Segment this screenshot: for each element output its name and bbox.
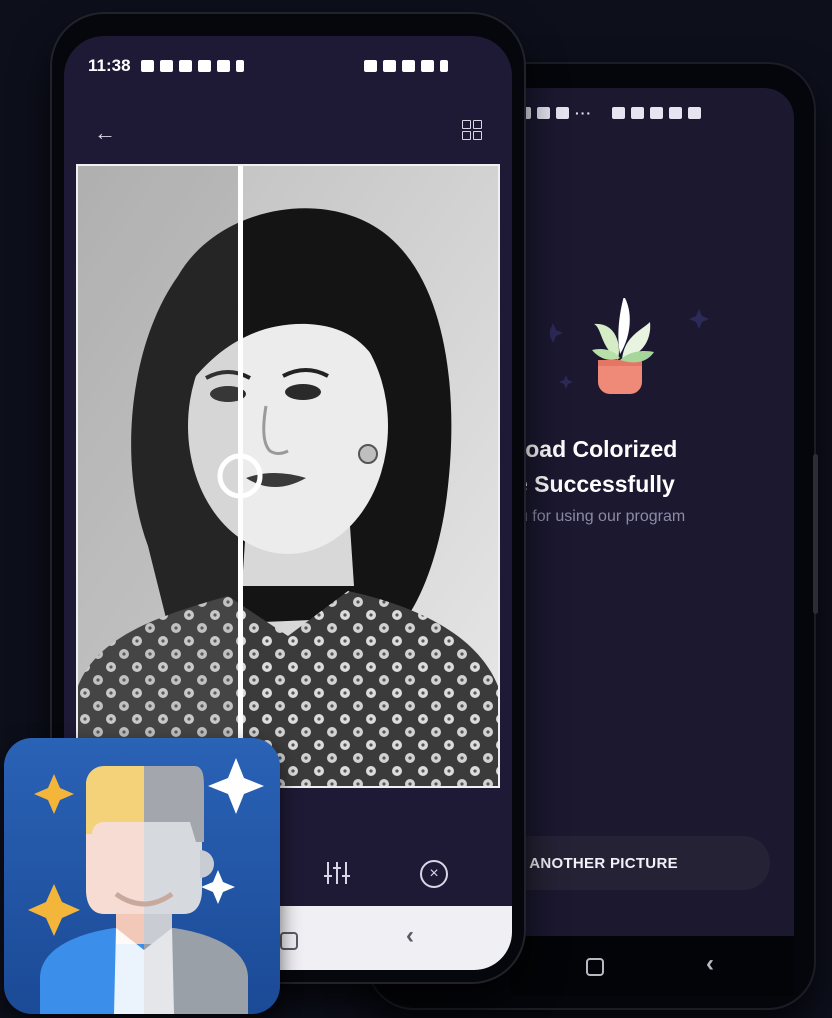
success-subtitle: ou for using our program (510, 508, 686, 525)
colorize-avatar-logo (28, 758, 264, 1014)
image-icon (556, 107, 569, 119)
youtube-icon (197, 60, 211, 72)
success-title-line-1: ynload Colorized (510, 436, 678, 462)
close-circle-icon[interactable]: × (420, 860, 448, 888)
warning-icon (537, 107, 550, 119)
mute-icon (631, 107, 644, 119)
system-nav-bar: ‹ (510, 936, 794, 996)
battery-saver-icon (235, 60, 244, 72)
portrait-image (78, 166, 498, 786)
wifi-icon (402, 60, 415, 72)
success-screen: ··· ynload Colorized ure Successfully ou… (510, 88, 794, 960)
potted-plant-illustration (550, 298, 709, 394)
warning-icon (159, 60, 173, 72)
star-icon (208, 758, 264, 814)
status-bar: ··· (518, 102, 701, 124)
home-icon[interactable] (280, 932, 298, 950)
back-icon[interactable]: ‹ (706, 950, 714, 978)
more-notifications-icon: ··· (575, 105, 592, 121)
sparkle-icon (559, 375, 573, 389)
sliders-icon[interactable] (322, 858, 352, 888)
star-icon (28, 884, 80, 936)
battery-icon (688, 107, 701, 119)
success-title: ynload Colorized ure Successfully (510, 432, 794, 502)
star-icon (34, 774, 74, 814)
back-icon[interactable]: ‹ (406, 922, 414, 950)
another-picture-button[interactable]: ) ANOTHER PICTURE (510, 836, 770, 890)
battery-icon (440, 60, 448, 72)
phone-side-button (813, 454, 818, 614)
signal-icon (421, 60, 434, 72)
bag-icon (140, 60, 154, 72)
mute-icon (383, 60, 396, 72)
status-bar: 11:38 (88, 54, 492, 78)
signal-icon (669, 107, 682, 119)
nfc-icon (612, 107, 625, 119)
sparkle-icon (550, 323, 563, 343)
status-time: 11:38 (88, 56, 131, 75)
grid-icon[interactable] (462, 120, 482, 140)
close-box-icon (216, 60, 230, 72)
app-icon (4, 738, 280, 1014)
wifi-icon (650, 107, 663, 119)
nfc-icon (364, 60, 377, 72)
twitter-icon (178, 60, 192, 72)
sparkle-icon (689, 309, 709, 329)
home-icon[interactable] (586, 958, 604, 976)
success-title-line-2: ure Successfully (510, 471, 675, 497)
before-after-photo[interactable] (76, 164, 500, 788)
back-arrow-icon[interactable]: ← (94, 120, 116, 146)
